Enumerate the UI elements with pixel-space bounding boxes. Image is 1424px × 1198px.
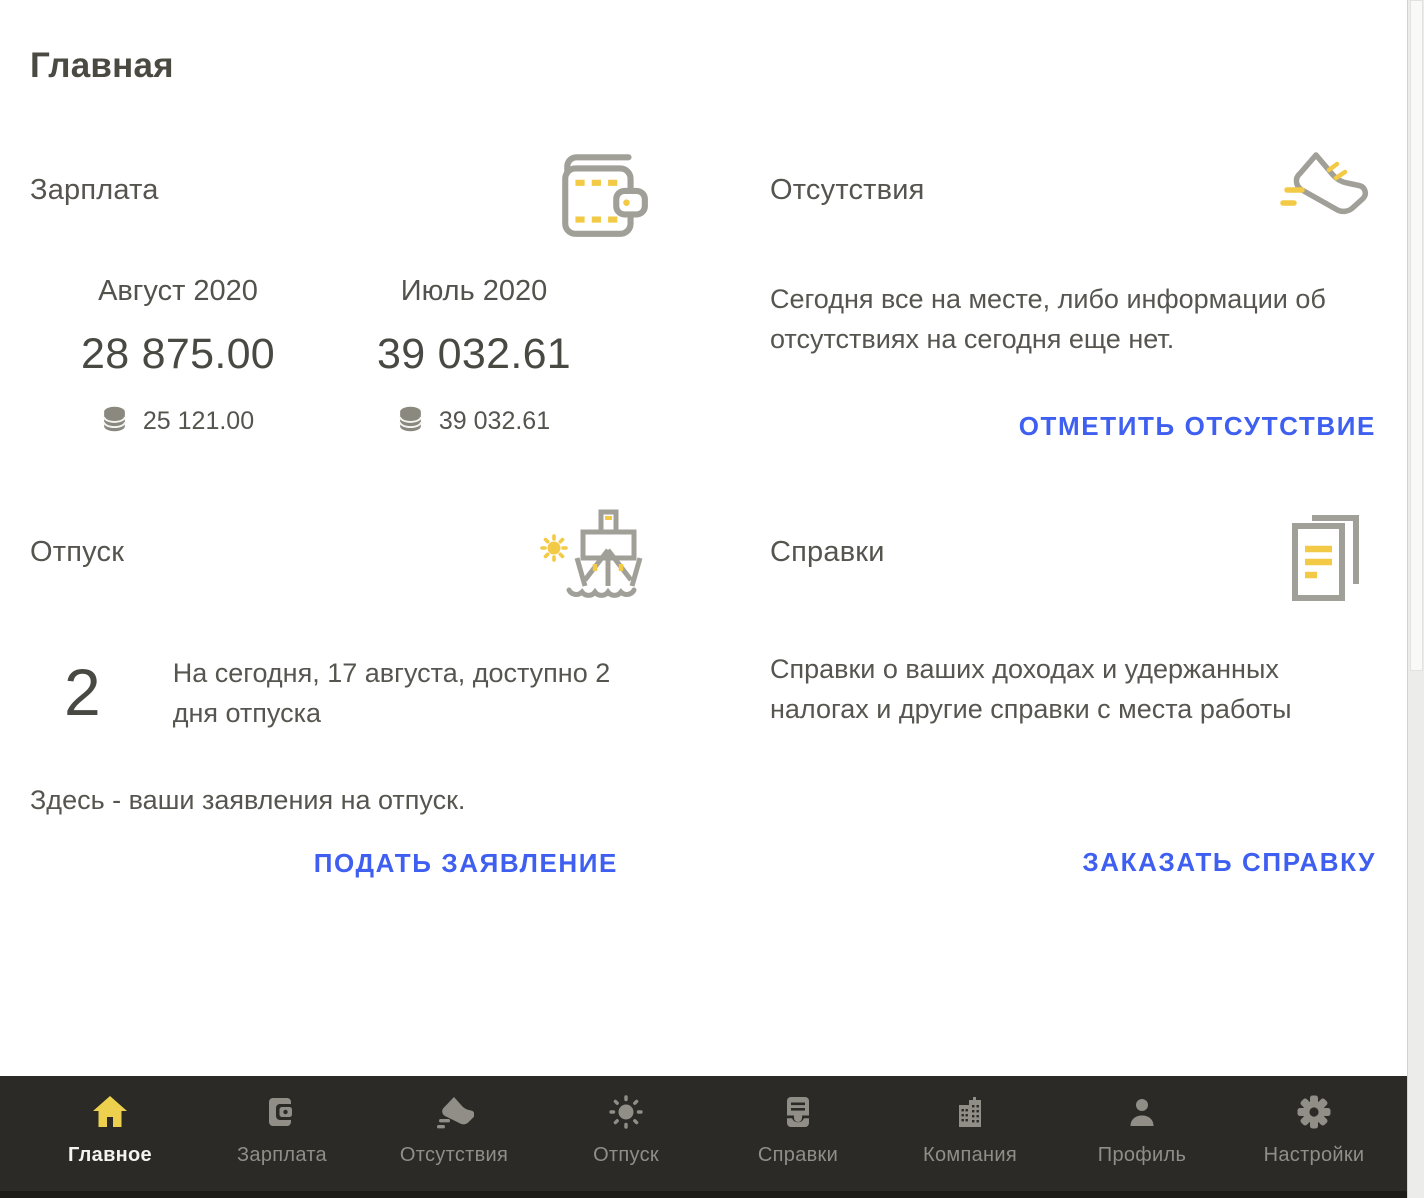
certificates-description: Справки о ваших доходах и удержанных нал… [770, 649, 1376, 729]
salary-month-current[interactable]: Август 2020 28 875.00 25 121.00 [30, 275, 326, 438]
documents-icon [1280, 506, 1376, 613]
ship-icon [538, 506, 652, 609]
absences-card-title: Отсутствия [770, 174, 925, 207]
certificates-card-title: Справки [770, 536, 885, 569]
nav-item-vacation[interactable]: Отпуск [540, 1092, 712, 1167]
sneaker-icon [1280, 144, 1376, 243]
month-label: Июль 2020 [326, 275, 622, 308]
main-content: Главная Зарплата [0, 0, 1424, 879]
nav-item-label: Справки [758, 1144, 838, 1167]
app-home-screen: Главная Зарплата [0, 0, 1424, 1198]
building-icon [952, 1092, 988, 1132]
nav-item-profile[interactable]: Профиль [1056, 1092, 1228, 1167]
month-amount: 28 875.00 [30, 330, 326, 379]
vacation-days-count: 2 [64, 659, 101, 725]
nav-item-label: Отсутствия [400, 1144, 508, 1167]
wallet-icon [554, 144, 652, 249]
certificates-card[interactable]: Справки Справки о ваших [770, 506, 1376, 879]
nav-item-label: Компания [923, 1144, 1017, 1167]
nav-item-settings[interactable]: Настройки [1228, 1092, 1400, 1167]
nav-item-label: Зарплата [237, 1144, 327, 1167]
vacation-note: Здесь - ваши заявления на отпуск. [30, 785, 652, 816]
wallet-icon [264, 1092, 300, 1132]
salary-month-previous[interactable]: Июль 2020 39 032.61 39 032.61 [326, 275, 622, 438]
mark-absence-button[interactable]: ОТМЕТИТЬ ОТСУТСТВИЕ [1019, 411, 1376, 442]
nav-item-label: Главное [68, 1144, 152, 1167]
document-icon [780, 1092, 816, 1132]
nav-item-label: Отпуск [593, 1144, 659, 1167]
scrollbar-thumb[interactable] [1410, 0, 1423, 671]
bottom-navigation: Главное Зарплата Отсутств [0, 1076, 1424, 1198]
coins-icon [398, 405, 423, 438]
salary-months: Август 2020 28 875.00 25 121.00 [30, 275, 652, 438]
nav-item-certificates[interactable]: Справки [712, 1092, 884, 1167]
month-amount: 39 032.61 [326, 330, 622, 379]
order-certificate-button[interactable]: ЗАКАЗАТЬ СПРАВКУ [1082, 847, 1376, 878]
nav-item-label: Профиль [1098, 1144, 1186, 1167]
vacation-card[interactable]: Отпуск [30, 506, 652, 879]
nav-item-absences[interactable]: Отсутствия [368, 1092, 540, 1167]
submit-vacation-request-button[interactable]: ПОДАТЬ ЗАЯВЛЕНИЕ [314, 848, 618, 879]
nav-item-company[interactable]: Компания [884, 1092, 1056, 1167]
cards-grid: Зарплата Август 2020 [30, 144, 1376, 879]
vertical-scrollbar[interactable] [1407, 0, 1424, 1198]
absences-description: Сегодня все на месте, либо информации об… [770, 279, 1376, 359]
month-sub-amount: 39 032.61 [439, 407, 550, 436]
vacation-description: На сегодня, 17 августа, доступно 2 дня о… [173, 653, 652, 733]
coins-icon [102, 405, 127, 438]
nav-item-home[interactable]: Главное [24, 1092, 196, 1167]
salary-card[interactable]: Зарплата Август 2020 [30, 144, 652, 442]
person-icon [1124, 1092, 1160, 1132]
vacation-card-title: Отпуск [30, 536, 124, 569]
home-icon [91, 1092, 129, 1132]
gear-icon [1295, 1092, 1333, 1132]
sneaker-icon [434, 1092, 474, 1132]
sun-icon [607, 1092, 645, 1132]
page-title: Главная [30, 46, 1376, 86]
month-sub-amount: 25 121.00 [143, 407, 254, 436]
month-label: Август 2020 [30, 275, 326, 308]
salary-card-title: Зарплата [30, 174, 159, 207]
nav-item-salary[interactable]: Зарплата [196, 1092, 368, 1167]
absences-card[interactable]: Отсутствия Сегодня все на месте, либо ин… [770, 144, 1376, 442]
nav-item-label: Настройки [1264, 1144, 1365, 1167]
